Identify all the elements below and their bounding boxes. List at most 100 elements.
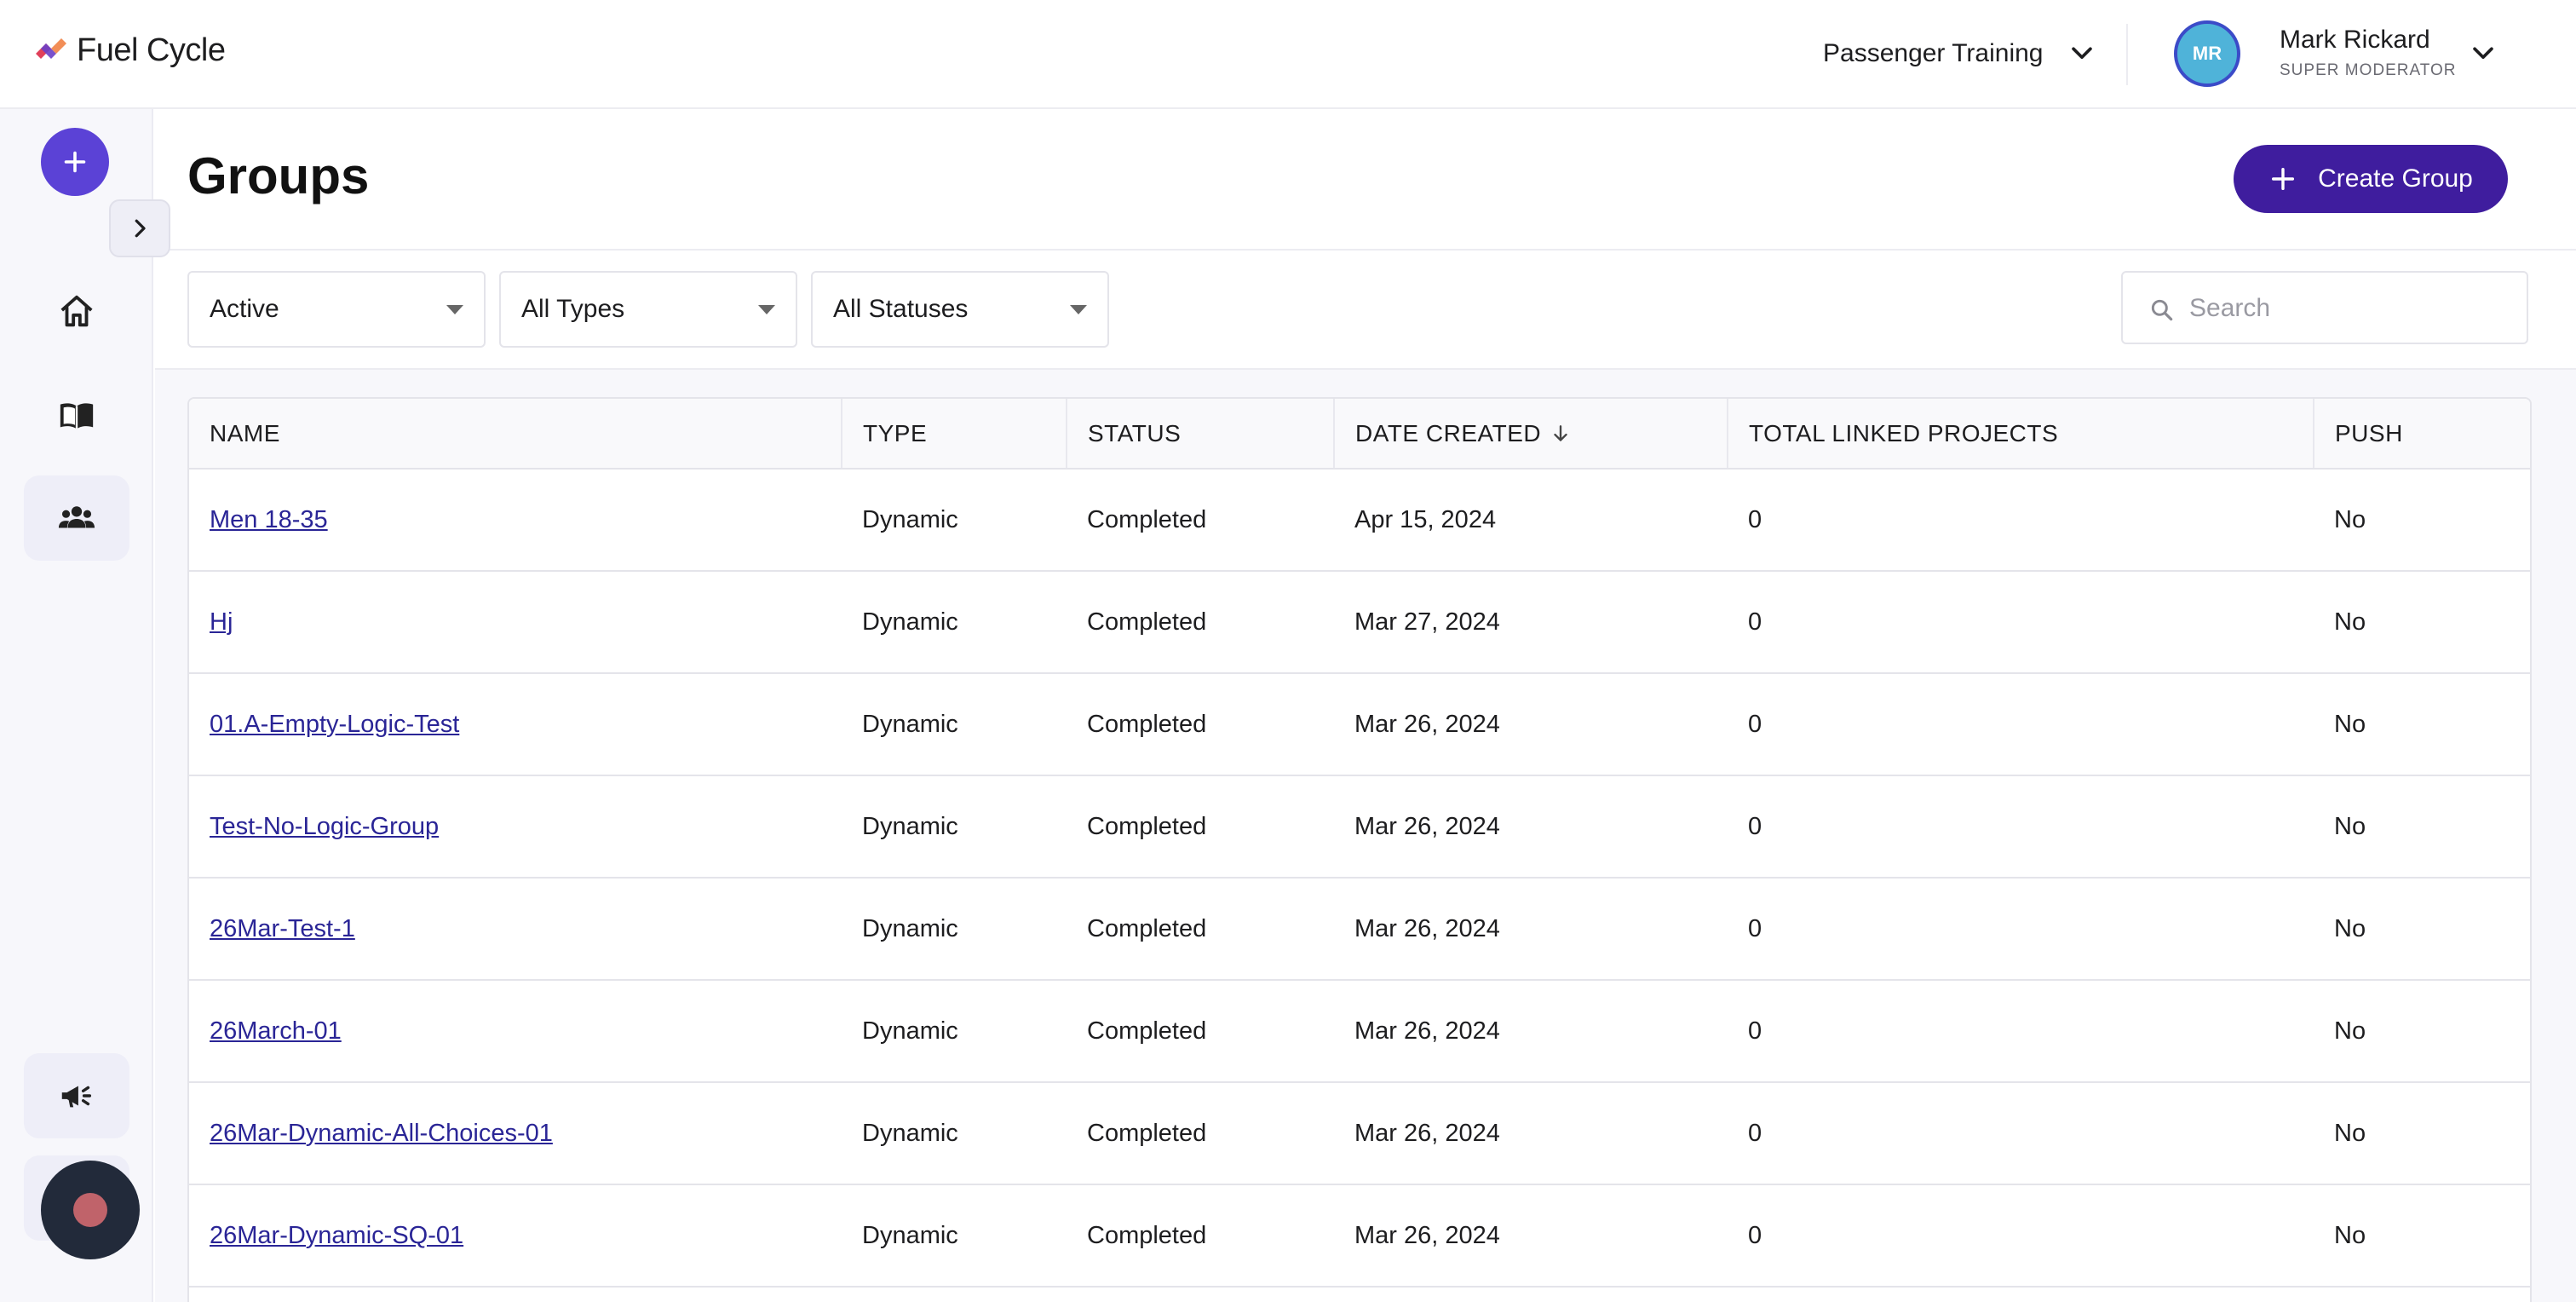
table-cell: Completed bbox=[1067, 469, 1334, 572]
table-cell: 0 bbox=[1728, 980, 2314, 1083]
table-cell: Completed bbox=[1067, 673, 1334, 776]
group-date-created: Mar 27, 2024 bbox=[1354, 608, 1500, 636]
page-title: Groups bbox=[187, 147, 370, 205]
group-date-created: Mar 26, 2024 bbox=[1354, 1017, 1500, 1045]
table-cell: Mar 26, 2024 bbox=[1334, 673, 1728, 776]
table-cell: Test-No-Logic-Group bbox=[189, 775, 842, 879]
group-push: No bbox=[2334, 608, 2366, 636]
logo[interactable]: Fuel Cycle bbox=[34, 32, 226, 69]
sidebar-item-library[interactable] bbox=[24, 373, 129, 458]
group-type: Dynamic bbox=[862, 1119, 958, 1147]
group-push: No bbox=[2334, 1119, 2366, 1147]
logo-text: Fuel Cycle bbox=[77, 32, 226, 68]
header-separator bbox=[155, 249, 2576, 251]
table-cell: Dynamic bbox=[842, 878, 1067, 981]
group-type: Dynamic bbox=[862, 1221, 958, 1249]
active-filter-select[interactable]: Active bbox=[187, 271, 486, 348]
column-header-name[interactable]: NAME bbox=[189, 399, 842, 470]
group-name-link[interactable]: Hj bbox=[210, 608, 233, 636]
sidebar-item-groups[interactable] bbox=[24, 475, 129, 561]
column-header-type[interactable]: TYPE bbox=[842, 399, 1067, 470]
group-linked-projects: 0 bbox=[1748, 505, 1762, 533]
book-icon bbox=[60, 403, 94, 429]
group-name-link[interactable]: 26Mar-Test-1 bbox=[210, 915, 355, 942]
avatar-initials: MR bbox=[2192, 43, 2222, 64]
table-row: 26Mar-Dynamic-All-Choices-01 Dynamic Compl… bbox=[189, 1082, 2530, 1185]
table-cell: No bbox=[2314, 571, 2530, 674]
avatar[interactable]: MR bbox=[2174, 20, 2240, 87]
group-name-link[interactable]: Men 18-35 bbox=[210, 506, 328, 533]
table-cell: Mar 26, 2024 bbox=[1334, 1184, 1728, 1288]
caret-down-icon bbox=[1070, 305, 1087, 314]
group-name-link[interactable]: 26Mar-Dynamic-SQ-01 bbox=[210, 1222, 463, 1249]
group-linked-projects: 0 bbox=[1748, 710, 1762, 738]
table-cell: No bbox=[2314, 980, 2530, 1083]
table-cell: No bbox=[2314, 469, 2530, 572]
table-cell: Completed bbox=[1067, 775, 1334, 879]
user-info[interactable]: Mark Rickard SUPER MODERATOR bbox=[2280, 26, 2457, 80]
table-cell: No bbox=[2314, 775, 2530, 879]
sidebar-item-home[interactable] bbox=[24, 269, 129, 354]
sidebar-item-announcements[interactable] bbox=[24, 1053, 129, 1138]
table-cell: Dynamic bbox=[842, 775, 1067, 879]
sort-descending-icon[interactable] bbox=[1541, 420, 1572, 446]
megaphone-icon bbox=[61, 1086, 92, 1108]
group-type: Dynamic bbox=[862, 608, 958, 636]
caret-down-icon bbox=[758, 305, 775, 314]
table-row: 26Mar-Dynamic-SQ-01 Dynamic Completed Mar 2… bbox=[189, 1184, 2530, 1288]
status-filter-select[interactable]: All Statuses bbox=[811, 271, 1109, 348]
table-cell: Dynamic bbox=[842, 469, 1067, 572]
table-cell: No bbox=[2314, 673, 2530, 776]
table-cell: Mar 26, 2024 bbox=[1334, 775, 1728, 879]
table-cell: Mar 26, 2024 bbox=[1334, 1082, 1728, 1185]
group-status: Completed bbox=[1087, 505, 1207, 533]
add-button[interactable] bbox=[41, 128, 109, 196]
table-cell: Hj bbox=[189, 571, 842, 674]
group-status: Completed bbox=[1087, 608, 1207, 636]
group-push: No bbox=[2334, 1017, 2366, 1045]
column-header-total-linked-projects[interactable]: TOTAL LINKED PROJECTS bbox=[1728, 399, 2314, 470]
group-status: Completed bbox=[1087, 1119, 1207, 1147]
group-linked-projects: 0 bbox=[1748, 608, 1762, 636]
group-type: Dynamic bbox=[862, 505, 958, 533]
users-icon bbox=[58, 506, 95, 528]
expand-sidebar-button[interactable] bbox=[109, 199, 170, 257]
group-date-created: Mar 26, 2024 bbox=[1354, 1119, 1500, 1147]
active-filter-value: Active bbox=[210, 295, 279, 323]
group-type: Dynamic bbox=[862, 812, 958, 840]
group-push: No bbox=[2334, 1221, 2366, 1249]
type-filter-select[interactable]: All Types bbox=[499, 271, 797, 348]
group-status: Completed bbox=[1087, 1221, 1207, 1249]
table-row: Men 18-35 Dynamic Completed Apr 15, 2024 0 No bbox=[189, 469, 2530, 572]
column-header-date-created[interactable]: DATE CREATED bbox=[1334, 399, 1728, 470]
chevron-down-icon bbox=[2067, 39, 2096, 68]
group-name-link[interactable]: 26Mar-Dynamic-All-Choices-01 bbox=[210, 1120, 553, 1147]
home-icon bbox=[60, 295, 93, 327]
group-status: Completed bbox=[1087, 1017, 1207, 1045]
table-cell: 0 bbox=[1728, 673, 2314, 776]
project-selector[interactable]: Passenger Training bbox=[1823, 31, 2096, 77]
group-name-link[interactable]: Test-No-Logic-Group bbox=[210, 813, 439, 840]
group-linked-projects: 0 bbox=[1748, 914, 1762, 942]
sidebar bbox=[0, 109, 170, 1302]
column-header-push[interactable]: PUSH bbox=[2314, 399, 2530, 470]
group-name-link[interactable]: 26March-01 bbox=[210, 1017, 342, 1045]
table-cell: 26Mar-Dynamic-SQ-01 bbox=[189, 1184, 842, 1288]
record-button[interactable] bbox=[41, 1161, 140, 1259]
table-cell: Dynamic bbox=[842, 1082, 1067, 1185]
user-menu-chevron-icon[interactable] bbox=[2469, 39, 2498, 68]
table-cell: Dynamic bbox=[842, 1184, 1067, 1288]
project-name: Passenger Training bbox=[1823, 39, 2044, 67]
group-name-link[interactable]: 01.A-Empty-Logic-Test bbox=[210, 711, 459, 738]
column-header-status[interactable]: STATUS bbox=[1067, 399, 1335, 470]
create-group-button[interactable]: Create Group bbox=[2234, 145, 2508, 213]
table-cell: Completed bbox=[1067, 1184, 1334, 1288]
search-input[interactable] bbox=[2189, 285, 2513, 332]
group-date-created: Mar 26, 2024 bbox=[1354, 1221, 1500, 1249]
table-row: Test-No-Logic-Group Dynamic Completed Mar 2… bbox=[189, 775, 2530, 879]
table-cell: 26Mar-Dynamic-All-Choices-01 bbox=[189, 1082, 842, 1185]
group-linked-projects: 0 bbox=[1748, 812, 1762, 840]
table-cell: 01.A-Empty-Logic-Test bbox=[189, 673, 842, 776]
group-linked-projects: 0 bbox=[1748, 1017, 1762, 1045]
table-cell: Dynamic bbox=[842, 673, 1067, 776]
